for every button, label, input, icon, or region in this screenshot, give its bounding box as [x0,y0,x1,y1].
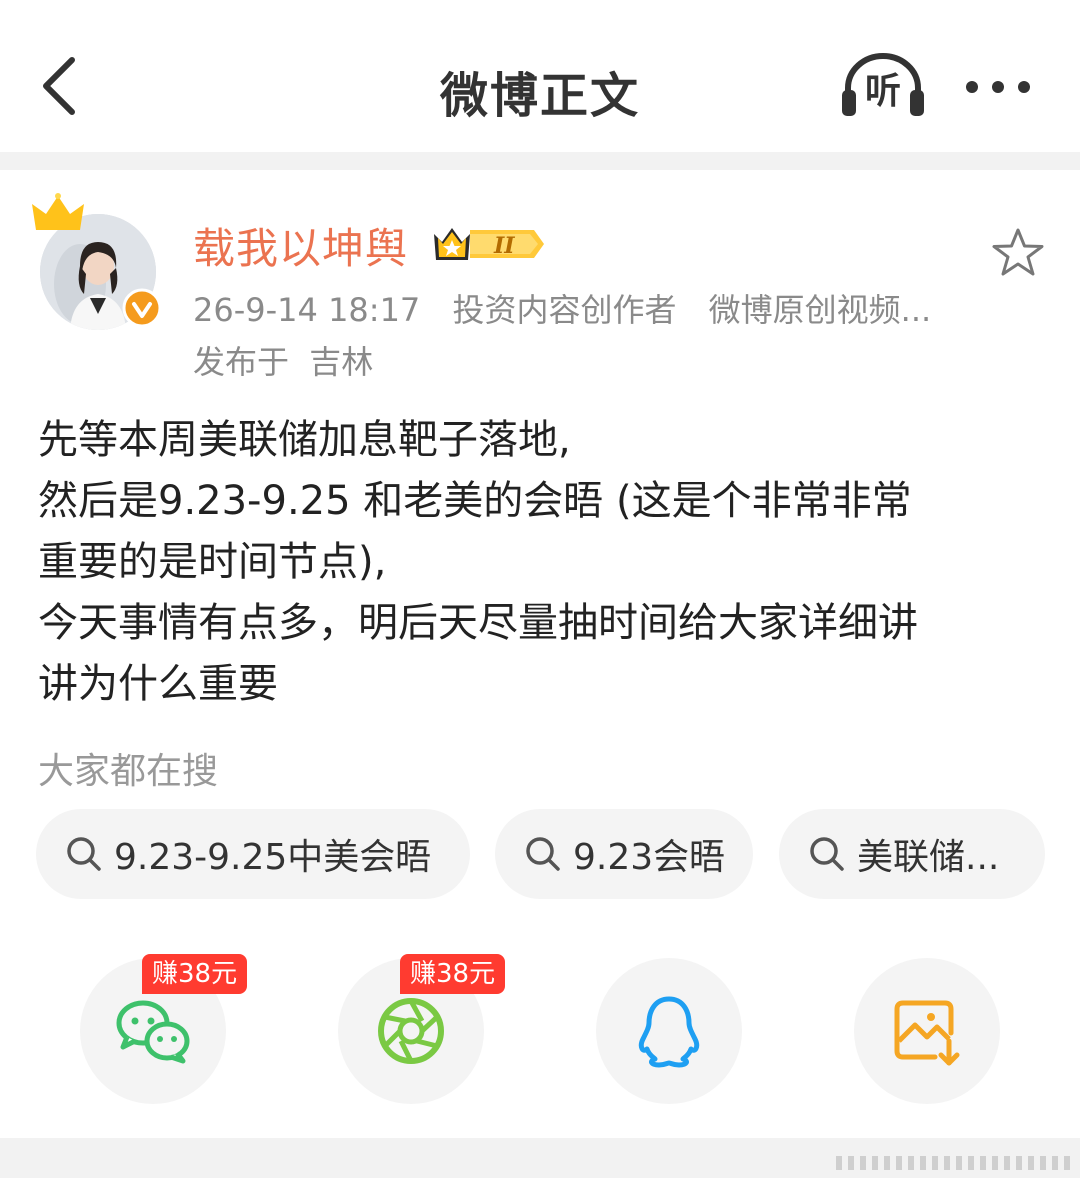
author-avatar-group[interactable] [30,192,170,332]
crown-icon [32,193,84,230]
post-content: 先等本周美联储加息靶子落地, 然后是9.23-9.25 和老美的会晤 (这是个非… [38,410,1058,715]
search-chip[interactable]: 9.23-9.25中美会晤 [36,809,470,899]
share-wechat-button[interactable]: 赚38元 [80,954,248,1104]
author-tag: 投资内容创作者 [452,291,677,329]
reward-badge: 赚38元 [400,954,506,994]
search-icon [810,837,844,871]
post-meta: 26-9-14 18:17 投资内容创作者 微博原创视频... [193,285,983,331]
save-image-button[interactable] [854,958,1000,1104]
moments-icon [378,998,444,1064]
search-icon [526,837,560,871]
verified-badge-icon [122,288,162,328]
favorite-button[interactable] [988,224,1048,284]
qq-icon [638,996,700,1068]
share-qq-button[interactable] [596,958,742,1104]
post-text-line: 先等本周美联储加息靶子落地, [38,417,571,463]
listen-button[interactable]: 听 [838,50,928,120]
location-prefix: 发布于 [193,343,290,381]
search-chip[interactable]: 美联储... [779,809,1045,899]
wechat-icon [116,1000,190,1064]
search-chip-label: 9.23-9.25中美会晤 [114,837,432,878]
reward-badge: 赚38元 [142,954,248,994]
watermark-strip [836,1156,1076,1170]
share-row: 赚38元 赚38元 [0,954,1080,1108]
section-divider [0,152,1080,170]
post-text-line: 重要的是时间节点), [38,539,387,585]
post-text-line: 讲为什么重要 [38,661,278,707]
trending-search-chips: 9.23-9.25中美会晤 9.23会晤 美联储... [36,809,1046,899]
search-chip-label: 9.23会晤 [573,837,726,878]
post-text-line: 今天事情有点多，明后天尽量抽时间给大家详细讲 [38,600,918,646]
location-name: 吉林 [309,343,374,381]
post-time: 26-9-14 18:17 [193,291,421,329]
more-options-button[interactable] [960,62,1040,112]
top-bar: 微博正文 听 [0,0,1080,152]
search-chip-label: 美联储... [857,837,1000,878]
more-dots-icon [966,81,1030,93]
author-name[interactable]: 载我以坤舆 [193,215,408,276]
post-location: 发布于 吉林 [193,337,373,383]
search-icon [67,837,101,871]
listen-label: 听 [864,71,901,112]
trending-search-label: 大家都在搜 [38,751,219,792]
vip-level-badge-icon: II [434,228,544,260]
svg-text:II: II [493,233,515,259]
save-image-icon [894,1000,960,1066]
search-chip[interactable]: 9.23会晤 [495,809,753,899]
author-tag: 微博原创视频... [708,291,932,329]
star-icon [992,228,1044,276]
share-moments-button[interactable]: 赚38元 [338,954,506,1104]
post-text-line: 然后是9.23-9.25 和老美的会晤 (这是个非常非常 [38,478,912,524]
